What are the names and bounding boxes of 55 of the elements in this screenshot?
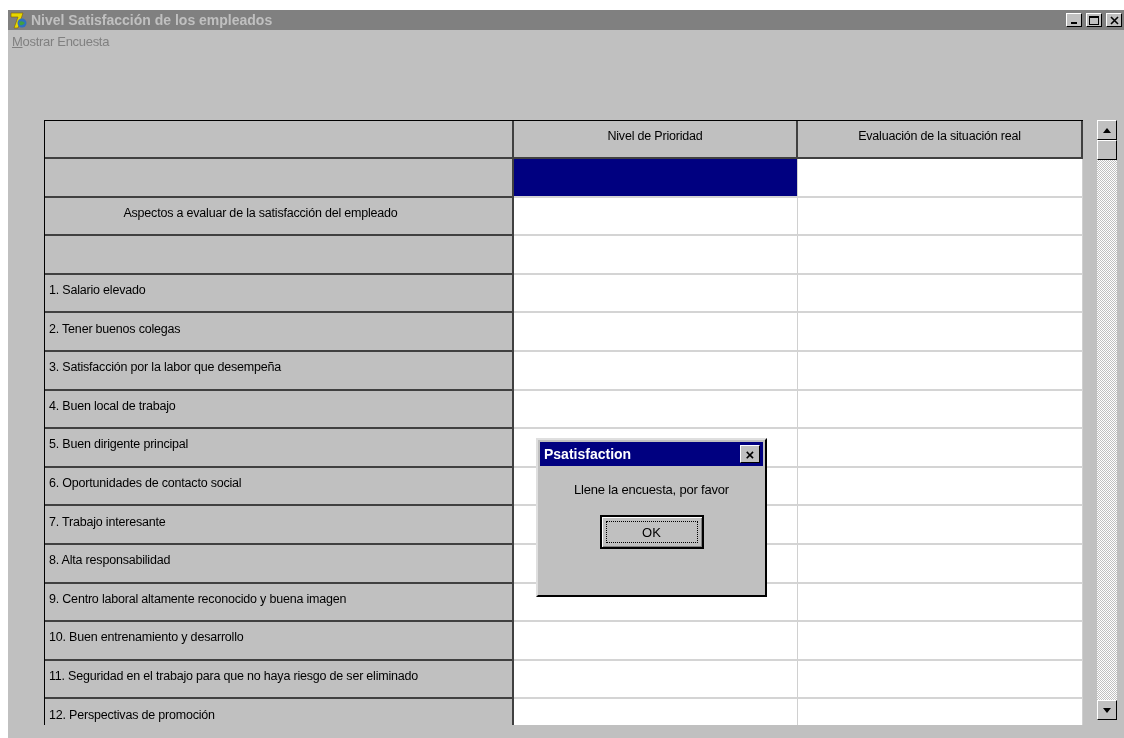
row-header: 9. Centro laboral altamente reconocido y buena imagen (45, 583, 514, 623)
table-cell[interactable] (798, 583, 1083, 623)
table-cell[interactable] (798, 390, 1083, 430)
row-header: 10. Buen entrenamiento y desarrollo (45, 622, 514, 661)
dialog-message: Llene la encuesta, por favor (574, 482, 729, 497)
table-cell[interactable] (798, 197, 1083, 237)
row-header: 4. Buen local de trabajo (45, 390, 514, 430)
window-title: Nivel Satisfacción de los empleados (31, 12, 274, 28)
scroll-up-button[interactable] (1097, 120, 1117, 140)
scroll-down-button[interactable] (1097, 700, 1117, 720)
table-cell[interactable] (798, 544, 1083, 584)
row-header: 6. Oportunidades de contacto social (45, 467, 514, 507)
table-cell[interactable] (514, 236, 798, 275)
table-cell[interactable] (514, 351, 798, 391)
vertical-scrollbar[interactable] (1097, 120, 1117, 720)
table-cell[interactable] (798, 236, 1083, 275)
maximize-button[interactable] (1086, 13, 1102, 27)
table-cell[interactable] (514, 390, 798, 430)
column-header: Nivel de Prioridad (514, 121, 798, 159)
row-header: 11. Seguridad en el trabajo para que no haya riesgo de ser eliminado (45, 660, 514, 700)
row-header: 5. Buen dirigente principal (45, 429, 514, 468)
table-cell[interactable] (514, 622, 798, 661)
dialog-close-button[interactable]: × (740, 445, 760, 463)
ok-button[interactable]: OK (599, 515, 704, 549)
table-cell[interactable] (798, 506, 1083, 545)
table-cell[interactable] (798, 274, 1083, 314)
table-cell[interactable] (798, 467, 1083, 507)
table-cell[interactable] (798, 429, 1083, 468)
close-button[interactable] (1106, 13, 1122, 27)
table-cell[interactable] (514, 159, 798, 198)
row-header: 3. Satisfacción por la labor que desempeña (45, 351, 514, 391)
table-cell[interactable] (798, 351, 1083, 391)
minimize-button[interactable] (1066, 13, 1082, 27)
table-cell[interactable] (514, 660, 798, 700)
app-icon (10, 11, 28, 29)
down-arrow-icon (1103, 707, 1111, 713)
table-cell[interactable] (798, 622, 1083, 661)
row-header: Aspectos a evaluar de la satisfacción del empleado (45, 197, 514, 237)
scroll-thumb[interactable] (1097, 140, 1117, 160)
row-header: 2. Tener buenos colegas (45, 313, 514, 352)
row-header: 1. Salario elevado (45, 274, 514, 314)
maximize-icon (1089, 15, 1099, 25)
row-header: 12. Perspectivas de promoción (45, 699, 514, 725)
up-arrow-icon (1103, 127, 1111, 133)
dialog-title: Psatisfaction (544, 446, 632, 462)
table-cell[interactable] (514, 313, 798, 352)
row-header: 7. Trabajo interesante (45, 506, 514, 545)
row-header: 8. Alta responsabilidad (45, 544, 514, 584)
column-header: Evaluación de la situación real (798, 121, 1083, 159)
table-cell[interactable] (798, 159, 1083, 198)
table-cell[interactable] (798, 313, 1083, 352)
table-cell[interactable] (514, 197, 798, 237)
table-cell[interactable] (514, 274, 798, 314)
close-icon (1109, 15, 1119, 25)
table-cell[interactable] (798, 660, 1083, 700)
